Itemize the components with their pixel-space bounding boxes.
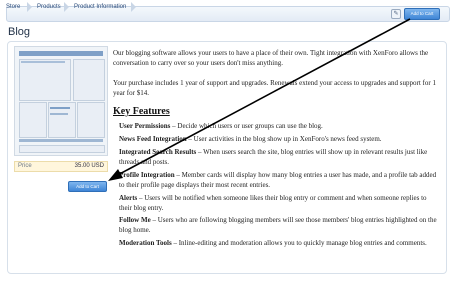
description-intro: Our blogging software allows your users …	[113, 49, 429, 67]
feature-name: News Feed Integration	[119, 135, 187, 143]
edit-icon[interactable]: ✎	[391, 9, 401, 19]
feature-item: Moderation Tools – Inline-editing and mo…	[119, 238, 439, 248]
feature-item: News Feed Integration – User activities …	[119, 134, 439, 144]
feature-text: – Users who are following blogging membe…	[119, 216, 437, 234]
price-box: Price 35.00 USD	[14, 161, 108, 172]
feature-item: Profile Integration – Member cards will …	[119, 170, 439, 190]
feature-text: – Users will be notified when someone li…	[119, 194, 427, 212]
feature-name: Follow Me	[119, 216, 151, 224]
add-to-cart-button-top[interactable]: Add to Cart	[404, 8, 440, 20]
description-support: Your purchase includes 1 year of support…	[113, 79, 436, 97]
price-value: 35.00 USD	[74, 163, 104, 169]
feature-name: Profile Integration	[119, 171, 175, 179]
feature-name: User Permissions	[119, 122, 171, 130]
price-label: Price	[18, 163, 32, 169]
feature-text: – Decide which users or user groups can …	[170, 122, 323, 130]
key-features-heading: Key Features	[113, 106, 170, 117]
breadcrumb-store[interactable]: Store	[1, 0, 20, 14]
feature-item: Alerts – Users will be notified when som…	[119, 193, 439, 213]
breadcrumb-products[interactable]: Products	[32, 0, 61, 14]
feature-item: Integrated Search Results – When users s…	[119, 147, 439, 167]
page-title: Blog	[8, 26, 31, 38]
add-to-cart-button[interactable]: Add to Cart	[68, 181, 107, 192]
feature-name: Alerts	[119, 194, 138, 202]
breadcrumb-product-information[interactable]: Product Information	[69, 0, 126, 14]
feature-item: Follow Me – Users who are following blog…	[119, 215, 439, 235]
feature-name: Moderation Tools	[119, 239, 172, 247]
product-screenshot[interactable]	[14, 46, 108, 156]
feature-name: Integrated Search Results	[119, 148, 197, 156]
feature-text: – User activities in the blog show up in…	[186, 135, 382, 143]
feature-text: – Inline-editing and moderation allows y…	[171, 239, 427, 247]
feature-item: User Permissions – Decide which users or…	[119, 121, 439, 131]
breadcrumb-separator	[131, 2, 136, 12]
